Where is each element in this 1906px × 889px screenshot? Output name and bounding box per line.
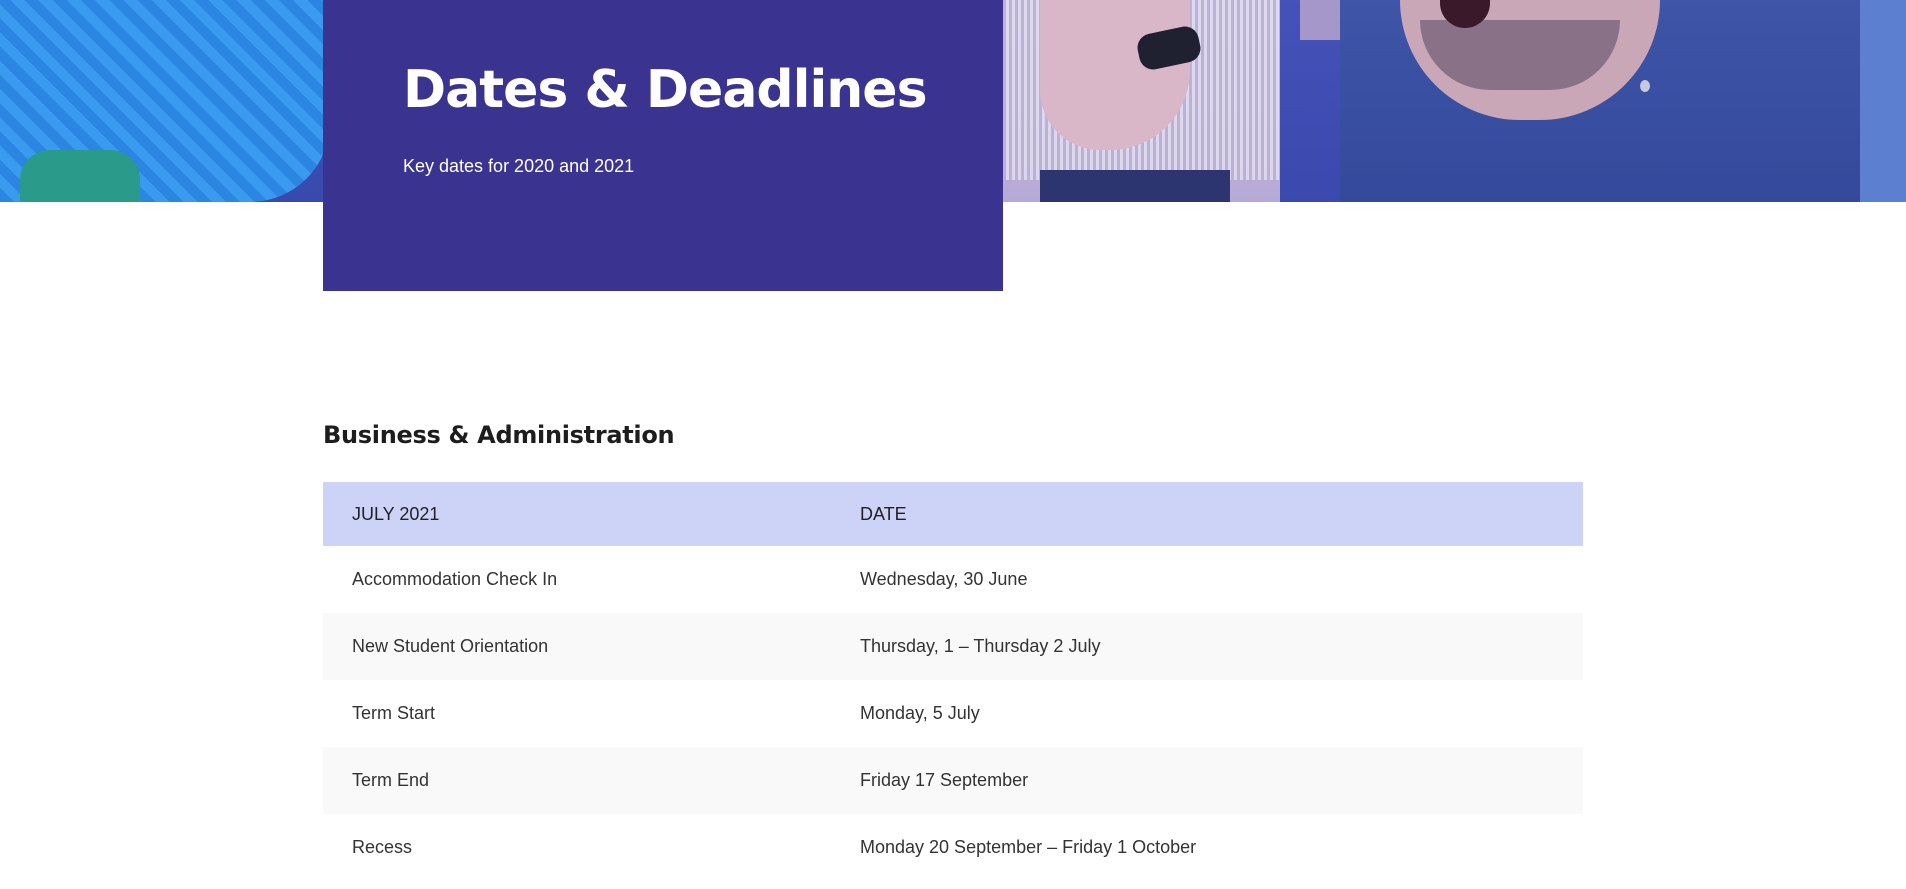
table-header: JULY 2021 DATE bbox=[323, 482, 1583, 546]
table-cell-date: Friday 17 September bbox=[831, 747, 1583, 814]
hero-photo-background-right bbox=[1860, 0, 1906, 202]
hero-title-card: Dates & Deadlines Key dates for 2020 and… bbox=[323, 0, 1003, 291]
table-cell-date: Wednesday, 30 June bbox=[831, 546, 1583, 613]
column-header-date: DATE bbox=[831, 482, 1583, 546]
table-cell-event: Term Start bbox=[323, 680, 831, 747]
table-cell-event: Term End bbox=[323, 747, 831, 814]
hero-photo-jeans bbox=[1040, 170, 1230, 202]
table-row: Recess Monday 20 September – Friday 1 Oc… bbox=[323, 814, 1583, 881]
page-subtitle: Key dates for 2020 and 2021 bbox=[403, 156, 635, 176]
hero-photo-shirt-button bbox=[1640, 80, 1650, 92]
table-cell-event: New Student Orientation bbox=[323, 613, 831, 680]
table-row: New Student Orientation Thursday, 1 – Th… bbox=[323, 613, 1583, 680]
column-header-event: JULY 2021 bbox=[323, 482, 831, 546]
table-row: Accommodation Check In Wednesday, 30 Jun… bbox=[323, 546, 1583, 613]
table-body: Accommodation Check In Wednesday, 30 Jun… bbox=[323, 546, 1583, 881]
dates-table: JULY 2021 DATE Accommodation Check In We… bbox=[323, 482, 1583, 881]
table-cell-date: Monday, 5 July bbox=[831, 680, 1583, 747]
table-row: Term End Friday 17 September bbox=[323, 747, 1583, 814]
table-cell-event: Accommodation Check In bbox=[323, 546, 831, 613]
page: Dates & Deadlines Key dates for 2020 and… bbox=[0, 0, 1906, 889]
section-heading: Business & Administration bbox=[323, 421, 675, 449]
page-title: Dates & Deadlines bbox=[403, 60, 928, 120]
table-cell-event: Recess bbox=[323, 814, 831, 881]
table-cell-date: Thursday, 1 – Thursday 2 July bbox=[831, 613, 1583, 680]
table-cell-date: Monday 20 September – Friday 1 October bbox=[831, 814, 1583, 881]
table-row: Term Start Monday, 5 July bbox=[323, 680, 1583, 747]
hero-photo-green-garment bbox=[20, 150, 140, 202]
table-header-row: JULY 2021 DATE bbox=[323, 482, 1583, 546]
